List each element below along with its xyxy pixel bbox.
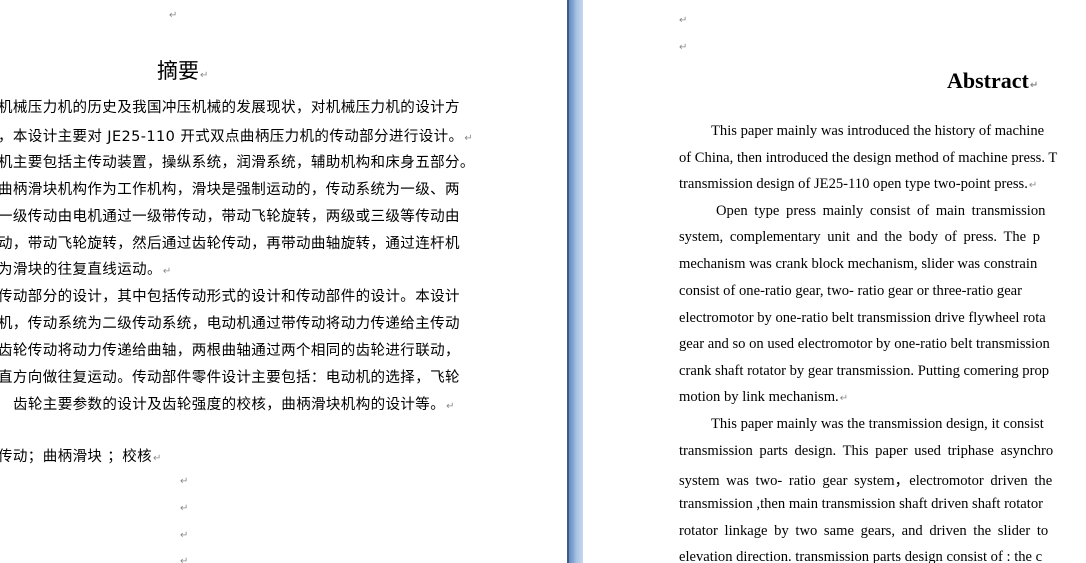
right-line-8: electromotor by one-ratio belt transmiss… xyxy=(679,310,1046,326)
left-line-1: 机械压力机的历史及我国冲压机械的发展现状，对机械压力机的设计方 xyxy=(0,100,460,116)
paragraph-mark: ↵ xyxy=(169,10,178,21)
paragraph-mark: ↵ xyxy=(464,133,474,144)
right-line-7: consist of one-ratio gear, two- ratio ge… xyxy=(679,283,1023,299)
right-line-6: mechanism was crank block mechanism, sli… xyxy=(679,256,1038,272)
document-viewport: ↵ 摘要↵ 机械压力机的历史及我国冲压机械的发展现状，对机械压力机的设计方 ，本… xyxy=(0,0,1086,563)
left-line-3: 机主要包括主传动装置，操纵系统，润滑系统，辅助机构和床身五部分。 xyxy=(0,155,475,171)
right-line-5: system, complementary unit and the body … xyxy=(679,229,1041,245)
right-line-13: transmission parts design. This paper us… xyxy=(679,443,1054,459)
right-line-4: Open type press mainly consist of main t… xyxy=(716,203,1046,219)
left-line-10: 齿轮传动将动力传递给曲轴，两根曲轴通过两个相同的齿轮进行联动， xyxy=(0,343,460,359)
left-line-7: 为滑块的往复直线运动。↵ xyxy=(0,262,172,278)
paragraph-mark: ↵ xyxy=(180,476,189,487)
left-line-12: 齿轮主要参数的设计及齿轮强度的校核，曲柄滑块机构的设计等。↵ xyxy=(13,397,455,413)
paragraph-mark: ↵ xyxy=(180,530,189,541)
page-gutter xyxy=(567,0,583,563)
left-line-8: 传动部分的设计，其中包括传动形式的设计和传动部件的设计。本设计 xyxy=(0,289,460,305)
paragraph-mark: ↵ xyxy=(180,503,189,514)
left-line-11: 直方向做往复运动。传动部件零件设计主要包括：电动机的选择，飞轮 xyxy=(0,370,460,386)
title-text: Abstract xyxy=(947,68,1029,93)
left-line-4: 曲柄滑块机构作为工作机构，滑块是强制运动的，传动系统为一级、两 xyxy=(0,182,460,198)
paragraph-mark: ↵ xyxy=(200,70,209,81)
right-line-15: transmission ,then main transmission sha… xyxy=(679,496,1043,512)
left-page[interactable]: ↵ 摘要↵ 机械压力机的历史及我国冲压机械的发展现状，对机械压力机的设计方 ，本… xyxy=(0,0,567,563)
right-line-2: of China, then introduced the design met… xyxy=(679,150,1058,166)
right-line-9: gear and so on used electromotor by one-… xyxy=(679,336,1050,352)
paragraph-mark: ↵ xyxy=(679,42,688,53)
paragraph-mark: ↵ xyxy=(1029,80,1039,91)
english-abstract-title: Abstract↵ xyxy=(947,68,1038,94)
right-line-14: system was two- ratio gear system，electr… xyxy=(679,473,1053,489)
paragraph-mark: ↵ xyxy=(1028,180,1038,191)
left-line-6: 动，带动飞轮旋转，然后通过齿轮传动，再带动曲轴旋转，通过连杆机 xyxy=(0,236,460,252)
paragraph-mark: ↵ xyxy=(180,556,189,563)
right-line-17: elevation direction. transmission parts … xyxy=(679,549,1043,563)
right-line-1: This paper mainly was introduced the his… xyxy=(711,123,1045,139)
chinese-abstract-title: 摘要↵ xyxy=(157,55,208,85)
paragraph-mark: ↵ xyxy=(679,15,688,26)
left-line-2: ，本设计主要对 JE25-110 开式双点曲柄压力机的传动部分进行设计。↵ xyxy=(0,129,474,145)
title-text: 摘要 xyxy=(157,59,199,83)
right-line-3: transmission design of JE25-110 open typ… xyxy=(679,176,1038,192)
right-line-12: This paper mainly was the transmission d… xyxy=(711,416,1044,432)
paragraph-mark: ↵ xyxy=(446,401,455,412)
paragraph-mark: ↵ xyxy=(839,393,849,404)
right-page[interactable]: ↵ ↵ Abstract↵ This paper mainly was intr… xyxy=(583,0,1086,563)
left-line-9: 机，传动系统为二级传动系统，电动机通过带传动将动力传递给主传动 xyxy=(0,316,460,332)
keywords-line: 传动；曲柄滑块 ；校核↵ xyxy=(0,449,162,465)
right-line-11: motion by link mechanism.↵ xyxy=(679,389,849,405)
left-line-5: 一级传动由电机通过一级带传动，带动飞轮旋转，两级或三级等传动由 xyxy=(0,209,460,225)
right-line-16: rotator linkage by two same gears, and d… xyxy=(679,523,1049,539)
right-line-10: crank shaft rotator by gear transmission… xyxy=(679,363,1050,379)
paragraph-mark: ↵ xyxy=(162,266,172,277)
paragraph-mark: ↵ xyxy=(153,453,162,464)
